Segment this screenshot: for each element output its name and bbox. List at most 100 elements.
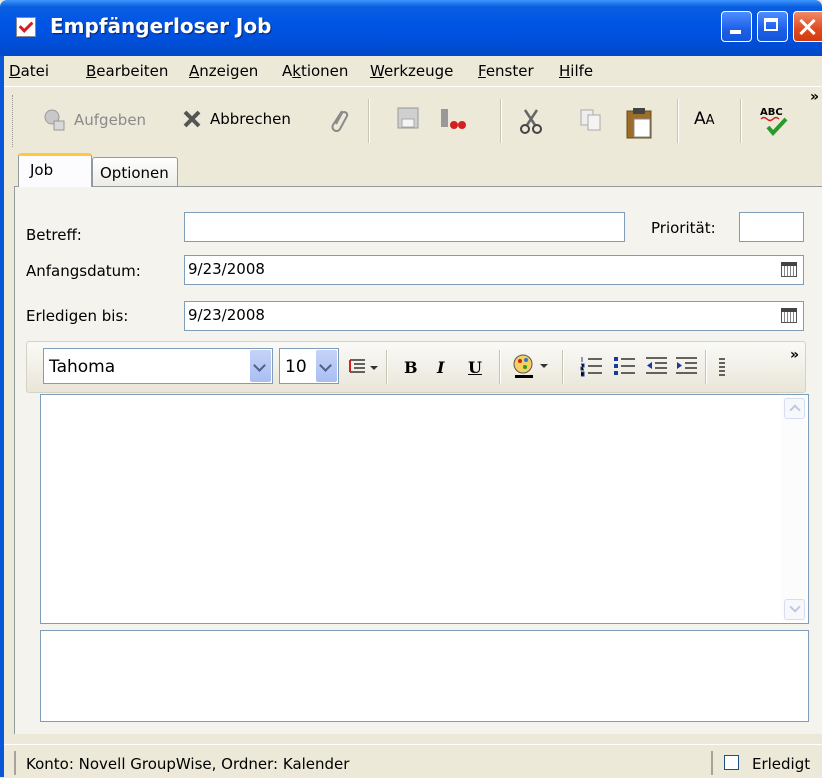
start-date-label: Anfangsdatum: [26, 262, 141, 280]
done-checkbox[interactable] [724, 755, 739, 770]
menu-fenster[interactable]: Fenster [478, 62, 534, 80]
subject-label: Betreff: [26, 226, 82, 244]
font-icon: AA [694, 109, 715, 129]
attach-button[interactable] [326, 107, 352, 135]
bullet-list-icon [614, 357, 635, 375]
attach-paperclip-icon [331, 110, 349, 132]
title-bar[interactable]: Empfängerloser Job [0, 0, 822, 56]
font-size-select[interactable]: 10 [279, 348, 339, 384]
outdent-button[interactable] [645, 356, 669, 382]
start-date-value: 9/23/2008 [188, 260, 265, 278]
vertical-scrollbar[interactable] [782, 396, 807, 622]
spellcheck-icon: ABC [760, 107, 788, 137]
address-book-icon [441, 109, 466, 129]
font-family-select[interactable]: Tahoma [43, 348, 273, 384]
italic-button[interactable]: I [437, 358, 444, 377]
menu-anzeigen[interactable]: Anzeigen [189, 62, 258, 80]
main-toolbar: Aufgeben Abbrechen AA ABC » [4, 86, 822, 153]
toolbar-separator [677, 99, 679, 143]
scroll-down-icon[interactable] [784, 599, 805, 620]
menu-datei[interactable]: Datei [9, 62, 49, 80]
save-button[interactable] [397, 107, 419, 129]
chevron-down-icon[interactable] [316, 350, 337, 382]
indent-icon [676, 357, 697, 374]
post-button-label: Aufgeben [74, 111, 147, 129]
menu-aktionen-label: Aktionen [282, 62, 349, 80]
format-separator [562, 350, 564, 384]
format-toolbar: Tahoma 10 B I U » [26, 341, 806, 393]
tab-optionen-label: Optionen [100, 164, 169, 182]
toolbar-separator [500, 99, 502, 143]
post-icon [44, 109, 65, 131]
tab-job[interactable]: Job [18, 153, 92, 187]
copy-button[interactable] [578, 107, 604, 133]
menu-anzeigen-label: Anzeigen [189, 62, 259, 80]
spellcheck-button[interactable]: ABC [758, 103, 792, 137]
copy-icon [580, 109, 601, 131]
paste-button[interactable] [625, 107, 653, 139]
close-button[interactable] [793, 11, 822, 42]
status-bar: Konto: Novell GroupWise, Ordner: Kalende… [4, 744, 822, 778]
post-button[interactable]: Aufgeben [42, 107, 146, 133]
calendar-icon[interactable] [781, 308, 797, 323]
format-separator [499, 350, 501, 384]
align-button[interactable] [717, 356, 727, 382]
font-family-value: Tahoma [49, 357, 116, 377]
paragraph-style-button[interactable] [349, 358, 379, 380]
menu-hilfe-label: Hilfe [559, 62, 594, 80]
chevron-down-icon[interactable] [250, 350, 271, 382]
window-title: Empfängerloser Job [50, 14, 272, 38]
menu-aktionen[interactable]: Aktionen [282, 62, 348, 80]
paste-icon [626, 108, 652, 139]
toolbar-grip[interactable] [12, 95, 15, 147]
numbered-list-button[interactable] [580, 356, 604, 382]
status-divider [14, 751, 16, 775]
bold-button[interactable]: B [404, 358, 418, 377]
address-book-button[interactable] [439, 107, 467, 131]
scroll-up-icon[interactable] [784, 398, 805, 419]
tab-optionen[interactable]: Optionen [92, 157, 178, 187]
due-date-label: Erledigen bis: [26, 307, 129, 325]
menu-werkzeuge[interactable]: Werkzeuge [370, 62, 453, 80]
attachments-pane[interactable] [40, 630, 809, 722]
cut-icon [520, 109, 542, 134]
priority-label: Priorität: [651, 219, 716, 237]
menu-datei-label: Datei [9, 62, 50, 80]
svg-text:ABC: ABC [760, 107, 783, 118]
underline-button[interactable]: U [468, 358, 482, 377]
color-palette-icon [513, 354, 548, 378]
toolbar-separator [368, 99, 370, 143]
maximize-button[interactable] [757, 11, 788, 42]
bullet-list-button[interactable] [613, 356, 637, 382]
menu-werkzeuge-label: Werkzeuge [370, 62, 454, 80]
outdent-icon [646, 357, 667, 374]
paragraph-style-icon [349, 359, 378, 373]
calendar-icon[interactable] [781, 262, 797, 277]
save-icon [397, 107, 419, 129]
menu-fenster-label: Fenster [478, 62, 534, 80]
message-body-editor[interactable] [40, 394, 809, 624]
font-button[interactable]: AA [694, 109, 715, 129]
status-text: Konto: Novell GroupWise, Ordner: Kalende… [26, 755, 350, 773]
due-date-field[interactable]: 9/23/2008 [184, 301, 804, 331]
format-separator [705, 350, 707, 384]
menu-bar: Datei Bearbeiten Anzeigen Aktionen Werkz… [4, 56, 822, 86]
status-divider [711, 751, 713, 775]
start-date-field[interactable]: 9/23/2008 [184, 255, 804, 285]
align-icon [719, 358, 725, 376]
numbered-list-icon [580, 357, 602, 377]
cancel-button[interactable]: Abbrechen [180, 107, 291, 131]
cut-button[interactable] [518, 107, 544, 135]
indent-button[interactable] [675, 356, 699, 382]
color-palette-button[interactable] [511, 352, 551, 384]
done-label: Erledigt [752, 755, 811, 773]
priority-input[interactable] [739, 212, 804, 242]
checkmark-task-icon [16, 17, 36, 37]
minimize-button[interactable] [721, 11, 752, 42]
format-overflow-chevron[interactable]: » [790, 347, 799, 363]
menu-hilfe[interactable]: Hilfe [559, 62, 593, 80]
tab-strip: Job Optionen [4, 152, 822, 187]
menu-bearbeiten[interactable]: Bearbeiten [86, 62, 168, 80]
subject-input[interactable] [184, 212, 625, 242]
toolbar-overflow-chevron[interactable]: » [810, 89, 819, 105]
